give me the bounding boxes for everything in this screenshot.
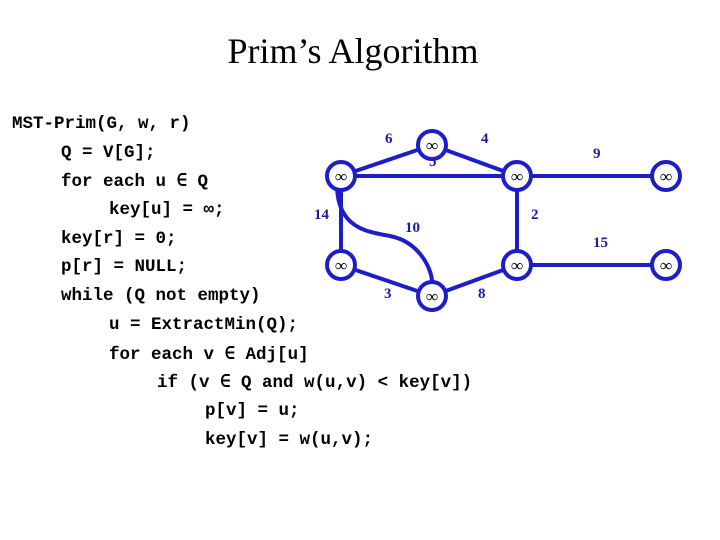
- node-h: ∞: [650, 249, 682, 281]
- node-a: ∞: [325, 160, 357, 192]
- edge-weight-a-b: 6: [385, 131, 393, 147]
- node-e: ∞: [325, 249, 357, 281]
- node-key-label: ∞: [511, 167, 523, 186]
- node-b: ∞: [416, 129, 448, 161]
- node-key-label: ∞: [335, 167, 347, 186]
- edge-weight-g-h: 15: [593, 235, 608, 251]
- node-key-label: ∞: [335, 256, 347, 275]
- node-key-label: ∞: [426, 287, 438, 306]
- edge-weight-e-f: 3: [384, 286, 392, 302]
- edge-weight-c-g: 2: [531, 207, 539, 223]
- edges-layer: [335, 143, 666, 298]
- edge-weight-c-d: 9: [593, 146, 601, 162]
- node-g: ∞: [501, 249, 533, 281]
- edge-weight-a-e: 14: [314, 207, 330, 223]
- edge-weight-a-f: 10: [405, 220, 420, 236]
- edge-weight-f-g: 8: [478, 286, 486, 302]
- nodes-layer: ∞ ∞ ∞ ∞ ∞ ∞ ∞ ∞: [325, 129, 682, 312]
- node-f: ∞: [416, 280, 448, 312]
- node-c: ∞: [501, 160, 533, 192]
- node-key-label: ∞: [660, 256, 672, 275]
- node-key-label: ∞: [660, 167, 672, 186]
- node-d: ∞: [650, 160, 682, 192]
- edge-weight-b-c: 4: [481, 131, 489, 147]
- graph-diagram: 6 45 914102153 8 ∞∞∞ ∞∞∞∞ ∞: [314, 129, 682, 312]
- node-key-label: ∞: [426, 136, 438, 155]
- node-key-label: ∞: [511, 256, 523, 275]
